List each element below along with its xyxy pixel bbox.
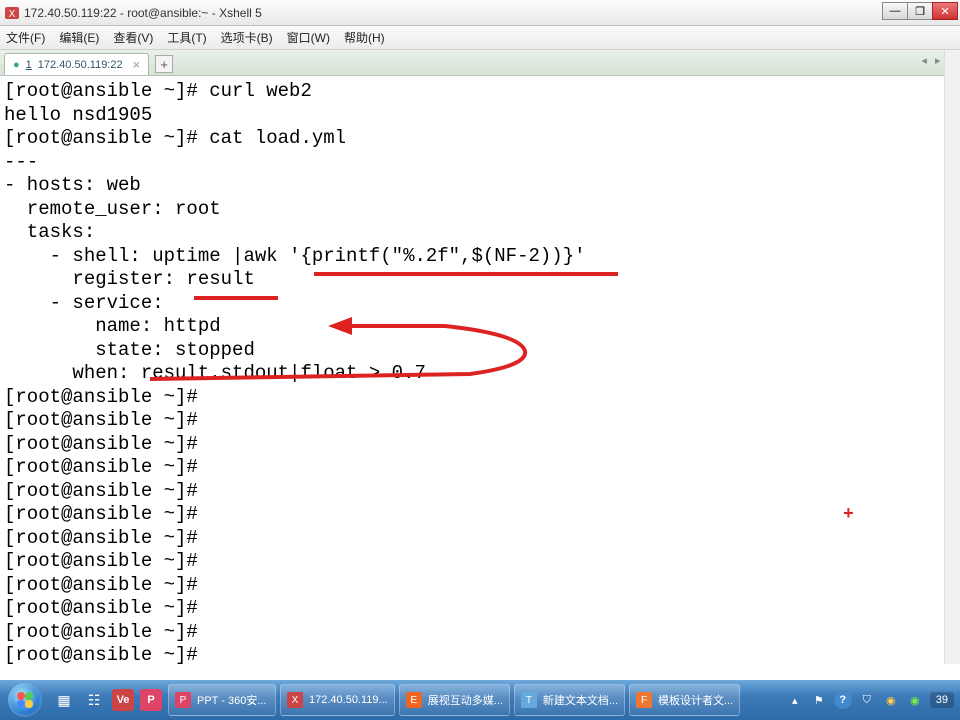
vertical-scrollbar[interactable]: [944, 50, 960, 664]
taskbar-item-1[interactable]: X 172.40.50.119...: [280, 684, 395, 716]
taskbar-item-2[interactable]: E 展视互动多媒...: [399, 684, 510, 716]
taskbar-items: P PPT - 360安... X 172.40.50.119... E 展视互动多媒..…: [168, 684, 740, 716]
taskbar-item-icon: E: [406, 692, 422, 708]
taskbar-item-icon: X: [287, 692, 303, 708]
tabbar: ● 1 172.40.50.119:22 × + ◂ ▸ ▾: [0, 50, 960, 76]
maximize-button[interactable]: ❐: [907, 2, 933, 20]
start-button[interactable]: [2, 681, 48, 719]
menu-tabs[interactable]: 选项卡(B): [221, 29, 273, 46]
tray-network-icon[interactable]: ◉: [882, 691, 900, 709]
taskbar-item-label: 新建文本文档...: [543, 692, 618, 708]
ql-icon-2[interactable]: ☷: [82, 686, 106, 714]
tab-next-icon[interactable]: ▸: [935, 54, 941, 67]
session-tab[interactable]: ● 1 172.40.50.119:22 ×: [4, 53, 149, 75]
menu-file[interactable]: 文件(F): [6, 29, 45, 46]
new-tab-button[interactable]: +: [155, 55, 173, 73]
menu-tools[interactable]: 工具(T): [167, 29, 206, 46]
tray-shield-icon[interactable]: ⛉: [858, 691, 876, 709]
svg-text:X: X: [9, 9, 16, 20]
ql-icon-ppt[interactable]: P: [140, 689, 162, 711]
tab-index: 1: [26, 59, 32, 71]
tab-label: 172.40.50.119:22: [38, 59, 123, 71]
ql-icon-xshell[interactable]: Ve: [112, 689, 134, 711]
taskbar-item-label: PPT - 360安...: [197, 692, 267, 708]
taskbar-item-4[interactable]: F 模板设计者文...: [629, 684, 740, 716]
tray-volume-icon[interactable]: ◉: [906, 691, 924, 709]
system-tray: ▴ ⚑ ? ⛉ ◉ ◉ 39: [786, 691, 958, 709]
taskbar-item-label: 展视互动多媒...: [428, 692, 503, 708]
terminal[interactable]: [root@ansible ~]# curl web2 hello nsd190…: [0, 76, 960, 664]
terminal-content: [root@ansible ~]# curl web2 hello nsd190…: [4, 80, 956, 664]
app-icon: X: [4, 5, 20, 21]
taskbar: ▦ ☷ Ve P P PPT - 360安... X 172.40.50.119...…: [0, 680, 960, 720]
menu-edit[interactable]: 编辑(E): [59, 29, 99, 46]
taskbar-item-icon: F: [636, 692, 652, 708]
taskbar-item-label: 172.40.50.119...: [309, 694, 388, 706]
menu-view[interactable]: 查看(V): [113, 29, 153, 46]
tray-clock[interactable]: 39: [930, 692, 954, 708]
minimize-button[interactable]: —: [882, 2, 908, 20]
taskbar-item-0[interactable]: P PPT - 360安...: [168, 684, 276, 716]
menu-help[interactable]: 帮助(H): [344, 29, 385, 46]
taskbar-item-3[interactable]: T 新建文本文档...: [514, 684, 625, 716]
window-title: 172.40.50.119:22 - root@ansible:~ - Xshe…: [24, 6, 262, 20]
quick-launch: ▦ ☷ Ve P: [48, 686, 162, 714]
taskbar-item-icon: T: [521, 692, 537, 708]
tab-status-icon: ●: [13, 59, 20, 71]
taskbar-item-icon: P: [175, 692, 191, 708]
menubar: 文件(F) 编辑(E) 查看(V) 工具(T) 选项卡(B) 窗口(W) 帮助(…: [0, 26, 960, 50]
tab-close-icon[interactable]: ×: [133, 57, 141, 72]
close-button[interactable]: ✕: [932, 2, 958, 20]
ql-icon-1[interactable]: ▦: [52, 686, 76, 714]
taskbar-item-label: 模板设计者文...: [658, 692, 733, 708]
menu-window[interactable]: 窗口(W): [287, 29, 330, 46]
tray-flag-icon[interactable]: ⚑: [810, 691, 828, 709]
annotation-plus-icon: +: [843, 504, 854, 528]
tray-help-icon[interactable]: ?: [834, 691, 852, 709]
titlebar: X 172.40.50.119:22 - root@ansible:~ - Xs…: [0, 0, 960, 26]
tray-chevron-icon[interactable]: ▴: [786, 691, 804, 709]
window-controls: — ❐ ✕: [883, 2, 958, 20]
tab-prev-icon[interactable]: ◂: [921, 54, 927, 67]
